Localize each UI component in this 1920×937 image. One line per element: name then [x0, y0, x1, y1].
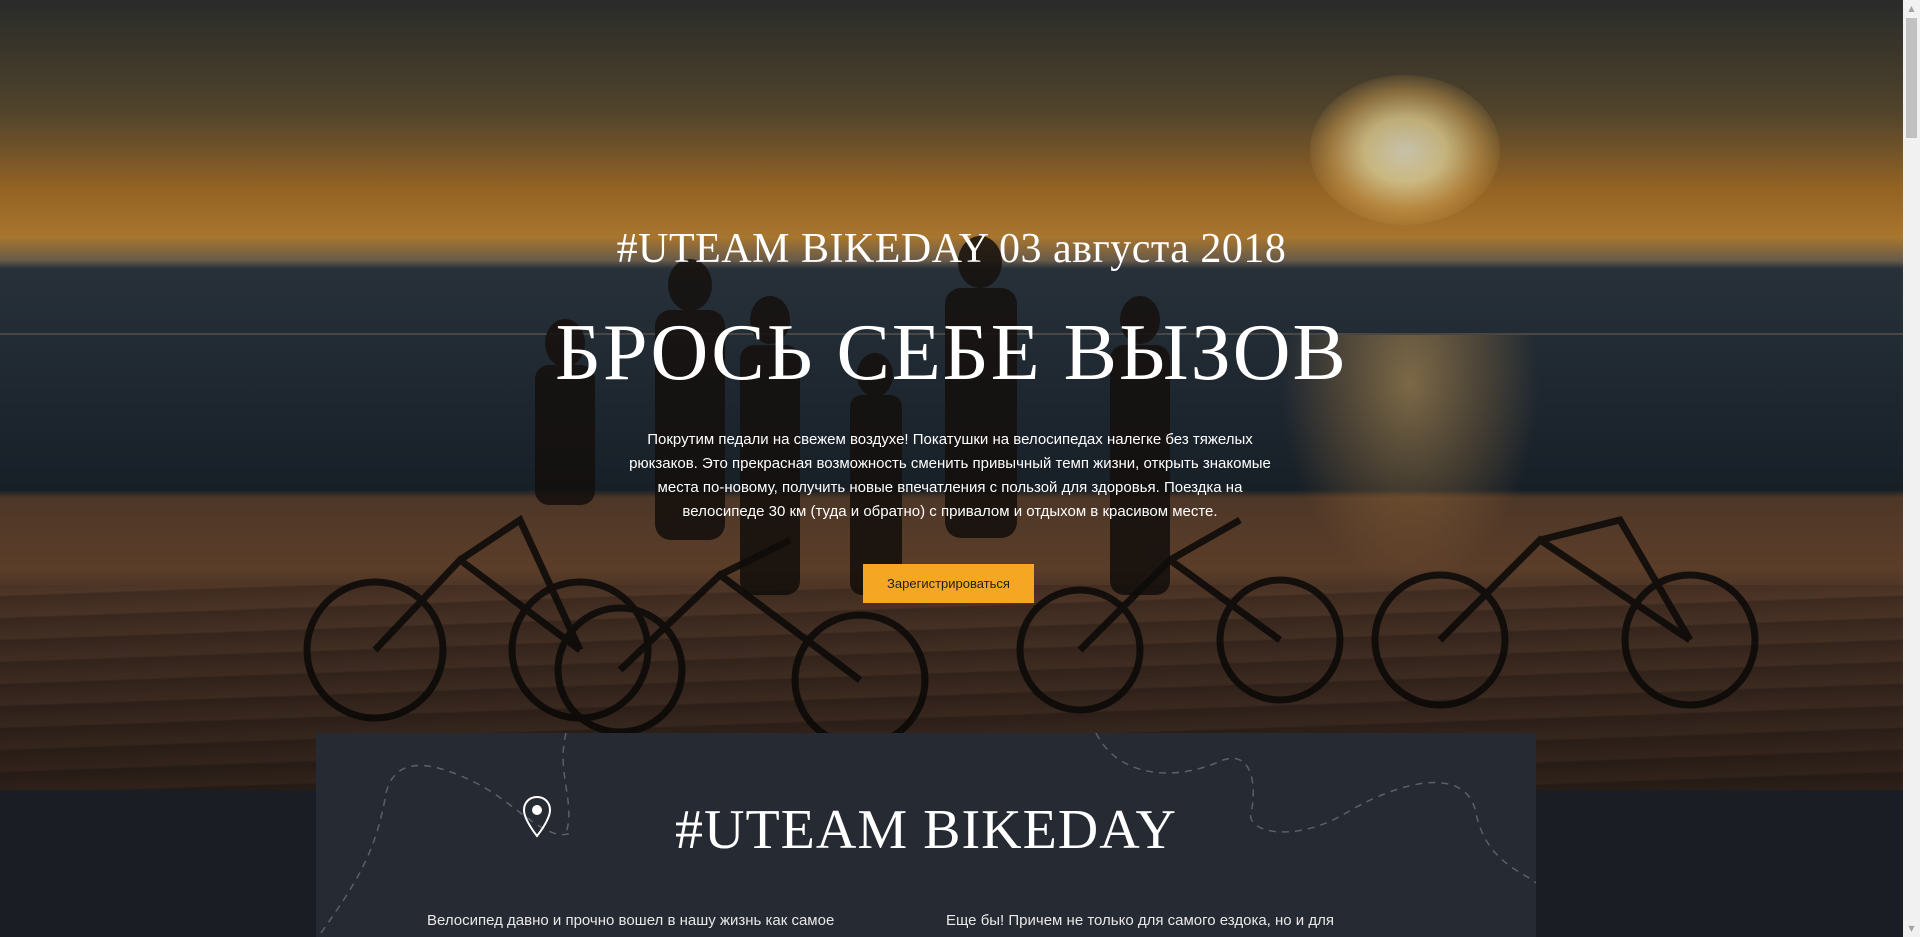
- scrollbar[interactable]: ▲ ▼: [1903, 0, 1920, 937]
- info-text-right: Еще бы! Причем не только для самого ездо…: [946, 912, 1334, 929]
- scroll-up-arrow[interactable]: ▲: [1903, 0, 1920, 17]
- scroll-down-arrow[interactable]: ▼: [1903, 920, 1920, 937]
- hero-description: Покрутим педали на свежем воздухе! Покат…: [629, 431, 1271, 520]
- register-button[interactable]: Зарегистрироваться: [863, 564, 1034, 603]
- hero-title: БРОСЬ СЕБЕ ВЫЗОВ: [555, 309, 1348, 397]
- info-text-left: Велосипед давно и прочно вошел в нашу жи…: [427, 912, 835, 929]
- hero-section: #UTEAM BIKEDAY 03 августа 2018 БРОСЬ СЕБ…: [0, 0, 1903, 790]
- info-title: #UTEAM BIKEDAY: [675, 799, 1177, 861]
- info-panel: #UTEAM BIKEDAY Велосипед давно и прочно …: [316, 733, 1536, 937]
- scroll-thumb[interactable]: [1906, 18, 1917, 138]
- hero-content: #UTEAM BIKEDAY 03 августа 2018 БРОСЬ СЕБ…: [0, 0, 1903, 790]
- event-date-heading: #UTEAM BIKEDAY 03 августа 2018: [616, 226, 1287, 272]
